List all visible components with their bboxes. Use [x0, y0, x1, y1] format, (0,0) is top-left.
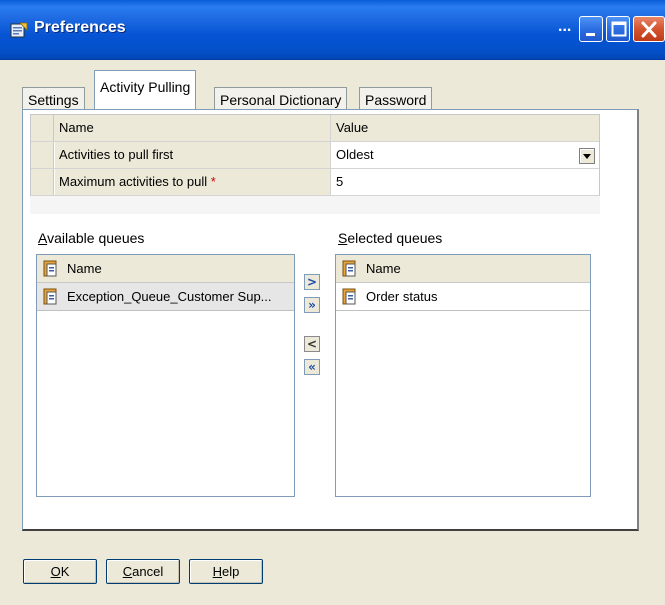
ok-button[interactable]: OK — [23, 559, 97, 584]
maximize-button[interactable] — [606, 16, 630, 42]
list-item[interactable]: Order status — [336, 283, 590, 311]
selected-queues-label: Selected queues — [338, 230, 443, 246]
chevron-down-icon — [583, 154, 591, 159]
window-title: Preferences — [34, 19, 126, 36]
required-marker: * — [210, 174, 216, 189]
help-button[interactable]: Help — [189, 559, 263, 584]
pull-first-dropdown-button[interactable] — [579, 148, 595, 164]
close-button[interactable] — [633, 16, 665, 42]
selected-list-header[interactable]: Name — [336, 255, 590, 283]
tab-personal-dictionary[interactable]: Personal Dictionary — [214, 87, 348, 111]
title-ellipsis: ... — [558, 18, 572, 35]
grid-row-gutter — [31, 142, 54, 168]
max-activities-input[interactable]: 5 — [332, 169, 599, 195]
close-icon — [641, 21, 657, 38]
selected-header-name: Name — [366, 261, 401, 276]
grid-header-value[interactable]: Value — [332, 115, 599, 141]
grid-row-gutter — [31, 115, 54, 141]
grid-row-gutter — [31, 169, 54, 195]
minimize-icon — [586, 33, 595, 36]
add-all-queues-button[interactable]: » — [304, 297, 320, 313]
queue-icon — [43, 260, 57, 277]
tab-password[interactable]: Password — [359, 87, 433, 111]
grid-row-pull-order[interactable]: Activities to pull first Oldest — [31, 142, 599, 169]
pull-first-select[interactable]: Oldest — [332, 142, 599, 168]
queue-icon — [342, 260, 356, 277]
grid-cell-name: Activities to pull first — [55, 142, 331, 168]
available-header-name: Name — [67, 261, 102, 276]
grid-header-name[interactable]: Name — [55, 115, 331, 141]
grid-header-row: Name Value — [31, 115, 599, 142]
selected-queues-list[interactable]: Name Order status — [335, 254, 591, 497]
grid-row-max-activities[interactable]: Maximum activities to pull * 5 — [31, 169, 599, 196]
available-queues-label: Available queues — [38, 230, 145, 246]
preferences-window-icon — [10, 22, 28, 39]
tab-settings[interactable]: Settings — [22, 87, 85, 111]
queue-name: Order status — [366, 289, 438, 304]
grid-cell-name: Maximum activities to pull * — [55, 169, 331, 195]
minimize-button[interactable] — [579, 16, 603, 42]
list-item[interactable]: Exception_Queue_Customer Sup... — [37, 283, 294, 311]
tab-activity-pulling[interactable]: Activity Pulling — [94, 70, 197, 109]
available-list-header[interactable]: Name — [37, 255, 294, 283]
cancel-button[interactable]: Cancel — [106, 559, 180, 584]
available-queues-list[interactable]: Name Exception_Queue_Customer Sup... — [36, 254, 295, 497]
remove-all-queues-button[interactable]: « — [304, 359, 320, 375]
maximize-icon — [611, 21, 627, 37]
queue-name: Exception_Queue_Customer Sup... — [67, 289, 272, 304]
title-bar[interactable]: Preferences ... — [0, 0, 665, 60]
add-queue-button[interactable]: > — [304, 274, 320, 290]
property-grid: Name Value Activities to pull first Olde… — [30, 114, 600, 196]
grid-empty-area — [30, 196, 600, 214]
queue-icon — [43, 288, 57, 305]
queue-icon — [342, 288, 356, 305]
remove-queue-button[interactable]: < — [304, 336, 320, 352]
